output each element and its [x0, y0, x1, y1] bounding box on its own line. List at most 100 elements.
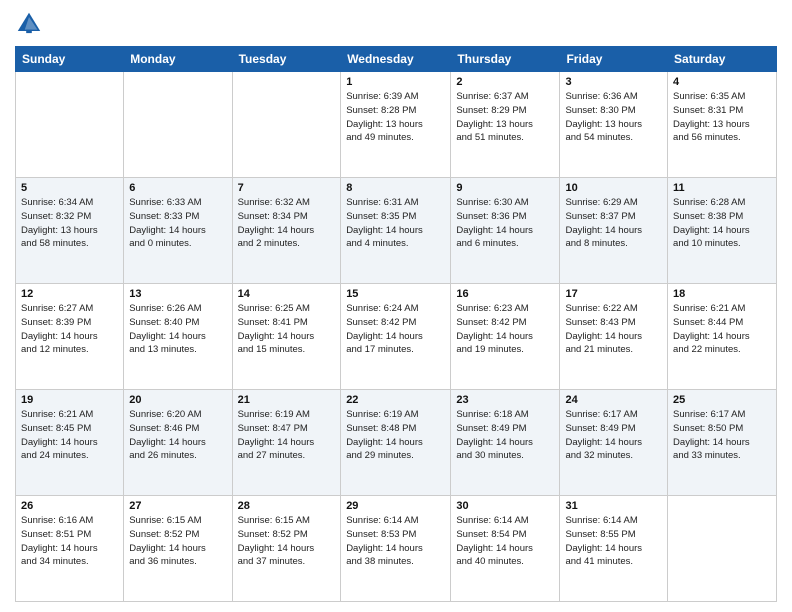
- day-number: 21: [238, 394, 336, 406]
- weekday-header-monday: Monday: [124, 47, 232, 72]
- daylight-hours: Daylight: 14 hours: [673, 225, 750, 236]
- sun-info: Sunset: 8:30 PM: [565, 105, 635, 116]
- sun-info: and 22 minutes.: [673, 344, 741, 355]
- sun-info: and 19 minutes.: [456, 344, 524, 355]
- day-number: 17: [565, 288, 662, 300]
- weekday-header-thursday: Thursday: [451, 47, 560, 72]
- daylight-hours: Daylight: 14 hours: [21, 331, 98, 342]
- weekday-header-wednesday: Wednesday: [341, 47, 451, 72]
- calendar-cell: 7Sunrise: 6:32 AMSunset: 8:34 PMDaylight…: [232, 178, 341, 284]
- sun-info: Sunrise: 6:34 AM: [21, 197, 93, 208]
- sun-info: Sunrise: 6:32 AM: [238, 197, 310, 208]
- sun-info: Sunset: 8:51 PM: [21, 529, 91, 540]
- day-info: Sunrise: 6:15 AMSunset: 8:52 PMDaylight:…: [238, 514, 336, 569]
- day-info: Sunrise: 6:14 AM Sunset: 8:53 PM Daylight:…: [346, 514, 445, 569]
- day-number: 6: [129, 182, 226, 194]
- daylight-hours: Daylight: 13 hours: [456, 119, 533, 130]
- sun-info: and 33 minutes.: [673, 450, 741, 461]
- day-info: Sunrise: 6:19 AMSunset: 8:47 PMDaylight:…: [238, 408, 336, 463]
- calendar-cell: [124, 72, 232, 178]
- sun-info: Sunrise: 6:39 AM: [346, 91, 418, 102]
- sun-info: Sunrise: 6:26 AM: [129, 303, 201, 314]
- sun-info: Sunrise: 6:35 AM: [673, 91, 745, 102]
- sun-info: and 58 minutes.: [21, 238, 89, 249]
- sun-info: Sunset: 8:53 PM: [346, 529, 416, 540]
- weekday-header-sunday: Sunday: [16, 47, 124, 72]
- day-info: Sunrise: 6:29 AMSunset: 8:37 PMDaylight:…: [565, 196, 662, 251]
- sun-info: and 17 minutes.: [346, 344, 414, 355]
- sun-info: and 2 minutes.: [238, 238, 300, 249]
- weekday-header-friday: Friday: [560, 47, 668, 72]
- sun-info: Sunrise: 6:27 AM: [21, 303, 93, 314]
- day-number: 13: [129, 288, 226, 300]
- sun-info: Sunset: 8:41 PM: [238, 317, 308, 328]
- day-number: 24: [565, 394, 662, 406]
- day-number: 11: [673, 182, 771, 194]
- calendar-cell: 10Sunrise: 6:29 AMSunset: 8:37 PMDayligh…: [560, 178, 668, 284]
- sun-info: Sunrise: 6:14 AM: [346, 515, 418, 526]
- calendar-cell: [668, 496, 777, 602]
- sun-info: Sunset: 8:50 PM: [673, 423, 743, 434]
- calendar-cell: [232, 72, 341, 178]
- day-number: 18: [673, 288, 771, 300]
- daylight-hours: Daylight: 14 hours: [565, 225, 642, 236]
- sun-info: Sunset: 8:28 PM: [346, 105, 416, 116]
- logo-icon: [15, 10, 43, 38]
- sun-info: and 8 minutes.: [565, 238, 627, 249]
- sun-info: and 54 minutes.: [565, 132, 633, 143]
- sun-info: and 34 minutes.: [21, 556, 89, 567]
- weekday-header-tuesday: Tuesday: [232, 47, 341, 72]
- day-info: Sunrise: 6:26 AMSunset: 8:40 PMDaylight:…: [129, 302, 226, 357]
- calendar-cell: 16Sunrise: 6:23 AMSunset: 8:42 PMDayligh…: [451, 284, 560, 390]
- sun-info: and 49 minutes.: [346, 132, 414, 143]
- calendar-cell: 5Sunrise: 6:34 AMSunset: 8:32 PMDaylight…: [16, 178, 124, 284]
- sun-info: Sunset: 8:42 PM: [346, 317, 416, 328]
- sun-info: and 6 minutes.: [456, 238, 518, 249]
- sun-info: Sunset: 8:49 PM: [456, 423, 526, 434]
- calendar-cell: 3Sunrise: 6:36 AMSunset: 8:30 PMDaylight…: [560, 72, 668, 178]
- daylight-hours: Daylight: 14 hours: [21, 543, 98, 554]
- day-info: Sunrise: 6:30 AMSunset: 8:36 PMDaylight:…: [456, 196, 554, 251]
- day-info: Sunrise: 6:25 AMSunset: 8:41 PMDaylight:…: [238, 302, 336, 357]
- day-number: 30: [456, 500, 554, 512]
- daylight-hours: Daylight: 13 hours: [21, 225, 98, 236]
- sun-info: Sunrise: 6:17 AM: [673, 409, 745, 420]
- sun-info: Sunrise: 6:19 AM: [238, 409, 310, 420]
- daylight-hours: Daylight: 14 hours: [456, 225, 533, 236]
- page: SundayMondayTuesdayWednesdayThursdayFrid…: [0, 0, 792, 612]
- sun-info: Sunrise: 6:37 AM: [456, 91, 528, 102]
- daylight-hours: Daylight: 14 hours: [238, 225, 315, 236]
- sun-info: and 27 minutes.: [238, 450, 306, 461]
- calendar-cell: 4Sunrise: 6:35 AMSunset: 8:31 PMDaylight…: [668, 72, 777, 178]
- sun-info: and 32 minutes.: [565, 450, 633, 461]
- daylight-hours: Daylight: 14 hours: [346, 543, 423, 554]
- sun-info: Sunset: 8:33 PM: [129, 211, 199, 222]
- daylight-hours: Daylight: 14 hours: [565, 543, 642, 554]
- sun-info: and 36 minutes.: [129, 556, 197, 567]
- logo: [15, 10, 47, 38]
- sun-info: Sunrise: 6:24 AM: [346, 303, 418, 314]
- calendar-cell: 11Sunrise: 6:28 AMSunset: 8:38 PMDayligh…: [668, 178, 777, 284]
- sun-info: Sunset: 8:35 PM: [346, 211, 416, 222]
- day-info: Sunrise: 6:20 AMSunset: 8:46 PMDaylight:…: [129, 408, 226, 463]
- day-info: Sunrise: 6:17 AMSunset: 8:50 PMDaylight:…: [673, 408, 771, 463]
- sun-info: and 21 minutes.: [565, 344, 633, 355]
- sun-info: Sunset: 8:48 PM: [346, 423, 416, 434]
- sun-info: Sunrise: 6:20 AM: [129, 409, 201, 420]
- day-info: Sunrise: 6:18 AMSunset: 8:49 PMDaylight:…: [456, 408, 554, 463]
- sun-info: and 15 minutes.: [238, 344, 306, 355]
- sun-info: Sunrise: 6:19 AM: [346, 409, 418, 420]
- day-number: 27: [129, 500, 226, 512]
- day-number: 3: [565, 76, 662, 88]
- calendar-cell: 23Sunrise: 6:18 AMSunset: 8:49 PMDayligh…: [451, 390, 560, 496]
- calendar-cell: 8Sunrise: 6:31 AMSunset: 8:35 PMDaylight…: [341, 178, 451, 284]
- sun-info: Sunset: 8:44 PM: [673, 317, 743, 328]
- calendar-cell: 20Sunrise: 6:20 AMSunset: 8:46 PMDayligh…: [124, 390, 232, 496]
- day-info: Sunrise: 6:37 AMSunset: 8:29 PMDaylight:…: [456, 90, 554, 145]
- weekday-header-saturday: Saturday: [668, 47, 777, 72]
- day-info: Sunrise: 6:24 AMSunset: 8:42 PMDaylight:…: [346, 302, 445, 357]
- sun-info: Sunset: 8:54 PM: [456, 529, 526, 540]
- day-number: 12: [21, 288, 118, 300]
- calendar-week-row: 19Sunrise: 6:21 AMSunset: 8:45 PMDayligh…: [16, 390, 777, 496]
- daylight-hours: Daylight: 14 hours: [238, 331, 315, 342]
